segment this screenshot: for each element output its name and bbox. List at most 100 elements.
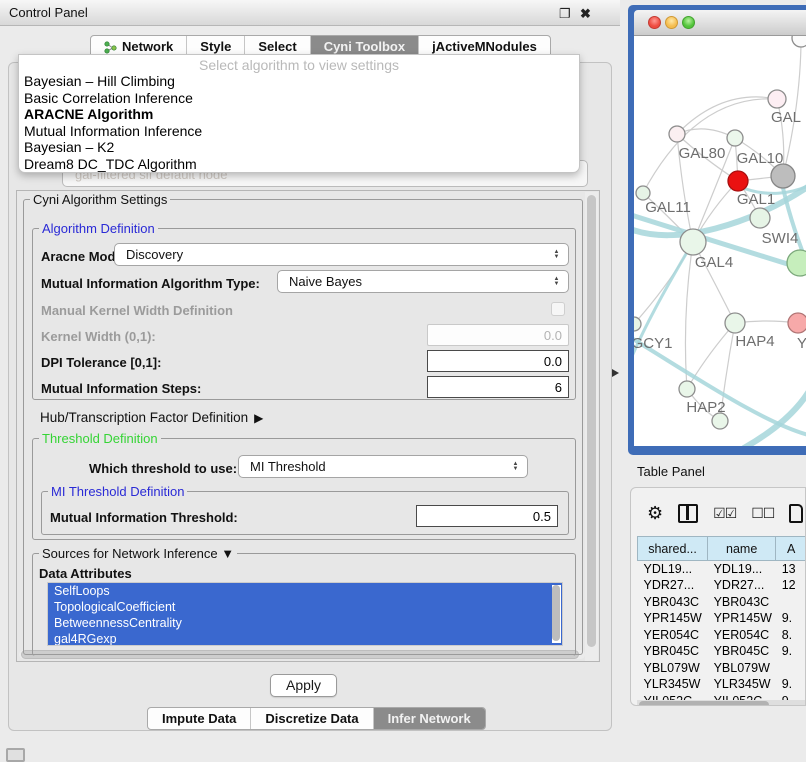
- mi-steps-input[interactable]: 6: [427, 376, 569, 398]
- minimize-traffic-light-icon[interactable]: [665, 16, 678, 29]
- mi-threshold-input[interactable]: 0.5: [416, 505, 558, 527]
- network-node[interactable]: [636, 186, 650, 200]
- mi-threshold-definition-group: MI Threshold Definition Mutual Informati…: [41, 491, 569, 535]
- combo-stepper-icon: ▲▼: [510, 458, 521, 475]
- threshold-definition-title: Threshold Definition: [39, 431, 161, 446]
- column-header[interactable]: A: [776, 537, 806, 561]
- settings-vertical-scrollbar[interactable]: [585, 192, 598, 662]
- node-label: GAL10: [737, 150, 784, 167]
- which-threshold-combo[interactable]: MI Threshold ▲▼: [238, 455, 528, 478]
- algorithm-item[interactable]: ARACNE Algorithm: [19, 106, 579, 123]
- node-label: GCY1: [634, 335, 672, 352]
- collapse-arrow-icon: ▼: [221, 546, 234, 561]
- kernel-width-input[interactable]: 0.0: [427, 324, 569, 346]
- tab-infer-network[interactable]: Infer Network: [374, 708, 485, 729]
- table-row[interactable]: YER054CYER054C8.: [638, 627, 806, 644]
- network-edge[interactable]: [677, 129, 735, 138]
- network-window-titlebar[interactable]: [634, 10, 806, 36]
- close-window-icon[interactable]: ✖: [580, 6, 591, 22]
- table-row[interactable]: YBR043CYBR043C: [638, 594, 806, 611]
- dpi-tolerance-input[interactable]: 0.0: [427, 350, 569, 372]
- data-attributes-list: SelfLoopsTopologicalCoefficientBetweenne…: [47, 582, 563, 646]
- algorithm-definition-group: Algorithm Definition Aracne Mode: Discov…: [32, 228, 576, 400]
- manual-kernel-width-label: Manual Kernel Width Definition: [41, 303, 233, 318]
- attributes-scrollbar[interactable]: [552, 585, 561, 643]
- apply-button[interactable]: Apply: [270, 674, 337, 697]
- export-table-icon[interactable]: [789, 504, 803, 523]
- algorithm-item[interactable]: Bayesian – Hill Climbing: [19, 73, 579, 90]
- sources-title[interactable]: Sources for Network Inference ▼: [39, 546, 237, 561]
- combo-stepper-icon: ▲▼: [551, 246, 562, 263]
- network-node[interactable]: [679, 381, 695, 397]
- network-node[interactable]: [728, 171, 748, 191]
- hub-definition-expander[interactable]: Hub/Transcription Factor Definition▶: [40, 410, 263, 425]
- deselect-all-checkboxes-icon[interactable]: ☐☐: [751, 505, 774, 522]
- cyni-algorithm-settings-group: Cyni Algorithm Settings Algorithm Defini…: [23, 199, 583, 655]
- zoom-traffic-light-icon[interactable]: [682, 16, 695, 29]
- table-row[interactable]: YPR145WYPR145W9.: [638, 610, 806, 627]
- network-node[interactable]: [680, 229, 706, 255]
- algorithm-item[interactable]: Bayesian – K2: [19, 139, 579, 156]
- network-node[interactable]: [669, 126, 685, 142]
- attribute-item[interactable]: BetweennessCentrality: [48, 615, 562, 631]
- data-attributes-label: Data Attributes: [39, 566, 132, 581]
- table-panel: ⚙ ☑☑ ☐☐ shared...nameA YDL19...YDL19...1…: [630, 487, 806, 706]
- settings-scroll-area: Cyni Algorithm Settings Algorithm Defini…: [16, 190, 600, 662]
- mi-algorithm-type-combo[interactable]: Naive Bayes ▲▼: [277, 270, 569, 293]
- select-all-checkboxes-icon[interactable]: ☑☑: [713, 505, 736, 522]
- network-node[interactable]: [768, 90, 786, 108]
- table-row[interactable]: YLR345WYLR345W9.: [638, 676, 806, 693]
- algorithm-item[interactable]: Dream8 DC_TDC Algorithm: [19, 156, 579, 173]
- table-row[interactable]: YDR27...YDR27...12: [638, 577, 806, 594]
- float-window-icon[interactable]: ❐: [559, 6, 571, 22]
- table-row[interactable]: YBR045CYBR045C9.: [638, 643, 806, 660]
- algorithm-prompt: Select algorithm to view settings: [19, 55, 579, 73]
- node-label: GAL1: [737, 191, 775, 208]
- network-node[interactable]: [792, 36, 806, 47]
- node-label: Y: [797, 335, 806, 352]
- tab-impute-data[interactable]: Impute Data: [148, 708, 251, 729]
- aracne-mode-combo[interactable]: Discovery ▲▼: [114, 243, 569, 266]
- table-panel-title: Table Panel: [637, 464, 705, 479]
- column-header[interactable]: name: [708, 537, 776, 561]
- table-horizontal-scrollbar[interactable]: [637, 700, 806, 706]
- control-panel-title: Control Panel: [9, 5, 88, 20]
- network-node[interactable]: [787, 250, 806, 276]
- column-header[interactable]: shared...: [638, 537, 708, 561]
- network-node[interactable]: [634, 317, 641, 331]
- network-node[interactable]: [750, 208, 770, 228]
- network-node[interactable]: [725, 313, 745, 333]
- kernel-width-label: Kernel Width (0,1):: [41, 329, 156, 344]
- close-traffic-light-icon[interactable]: [648, 16, 661, 29]
- tab-discretize-data[interactable]: Discretize Data: [251, 708, 373, 729]
- algorithm-item[interactable]: Mutual Information Inference: [19, 123, 579, 140]
- attribute-item[interactable]: gal4RGexp: [48, 631, 562, 646]
- mi-algorithm-type-label: Mutual Information Algorithm Type:: [41, 276, 260, 291]
- network-view-window: GALGAL80GAL10GAL1GAL11SWI4GAL4GCY1HAP4YH…: [628, 5, 806, 455]
- table-row[interactable]: YDL19...YDL19...13: [638, 561, 806, 578]
- network-node[interactable]: [771, 164, 795, 188]
- network-edge-highlighted[interactable]: [744, 386, 806, 446]
- attribute-item[interactable]: TopologicalCoefficient: [48, 599, 562, 615]
- gear-icon[interactable]: ⚙: [647, 503, 663, 524]
- mouse-cursor: [612, 369, 619, 377]
- node-label: HAP2: [686, 399, 725, 416]
- node-label: GAL4: [695, 254, 733, 271]
- manual-kernel-width-checkbox[interactable]: [551, 302, 565, 316]
- node-label: HAP4: [735, 333, 774, 350]
- network-edge[interactable]: [685, 242, 693, 389]
- columns-icon[interactable]: [678, 504, 698, 523]
- table-row[interactable]: YBL079WYBL079W: [638, 660, 806, 677]
- mi-threshold-label: Mutual Information Threshold:: [50, 510, 238, 525]
- network-canvas[interactable]: GALGAL80GAL10GAL1GAL11SWI4GAL4GCY1HAP4YH…: [634, 36, 806, 446]
- node-label: GAL80: [679, 145, 726, 162]
- algorithm-item[interactable]: Basic Correlation Inference: [19, 90, 579, 107]
- attribute-item[interactable]: SelfLoops: [48, 583, 562, 599]
- node-label: SWI4: [762, 230, 799, 247]
- network-node[interactable]: [727, 130, 743, 146]
- network-node[interactable]: [788, 313, 806, 333]
- dpi-tolerance-label: DPI Tolerance [0,1]:: [41, 355, 161, 370]
- minimized-panel-icon[interactable]: [6, 748, 25, 762]
- which-threshold-label: Which threshold to use:: [89, 461, 237, 476]
- cyni-algorithm-settings-title: Cyni Algorithm Settings: [30, 192, 170, 207]
